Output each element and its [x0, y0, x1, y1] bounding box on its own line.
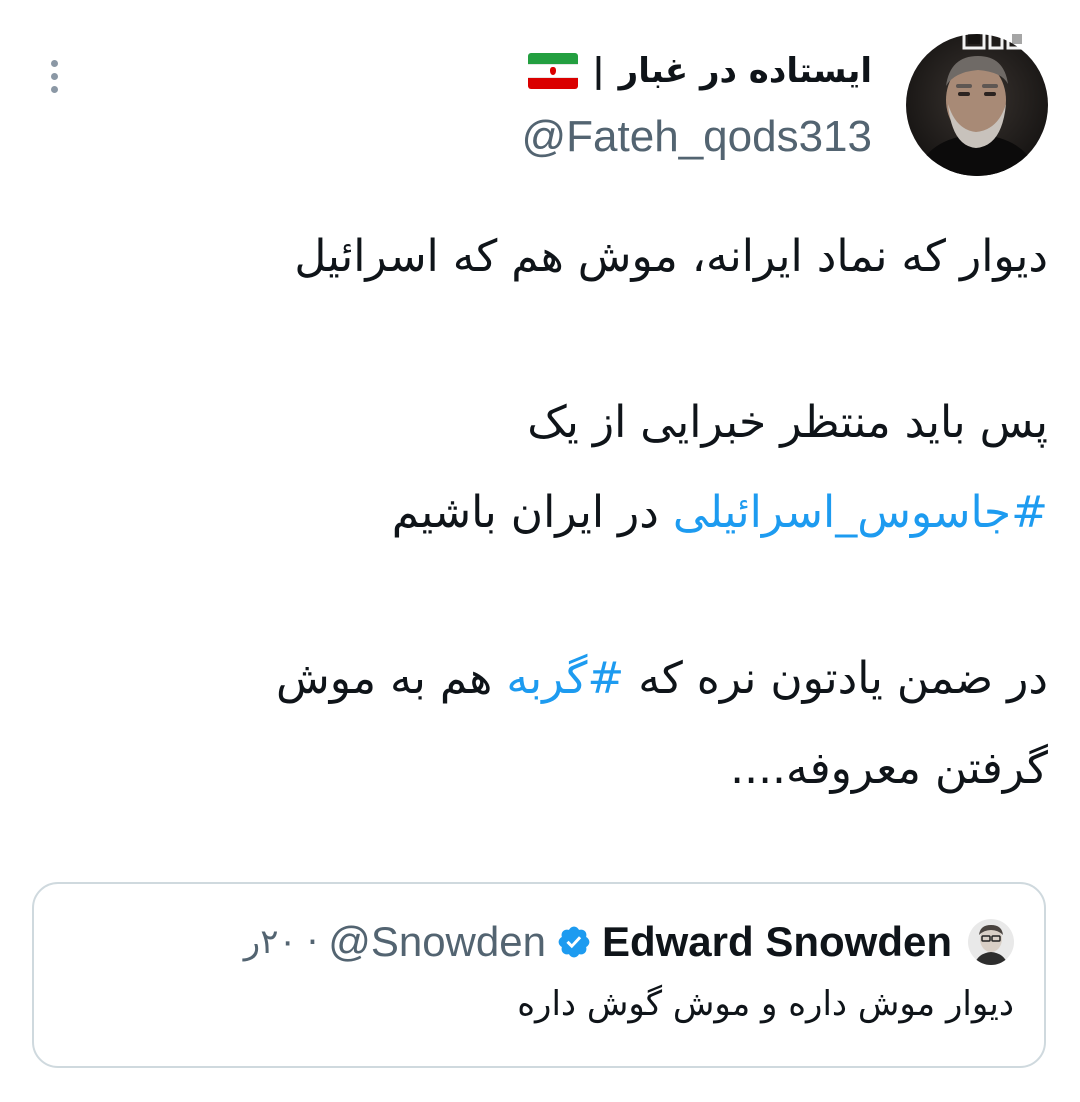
tweet-text-segment: دیوار که نماد ایرانه، موش هم که اسرائیل — [294, 231, 1048, 282]
hashtag-link[interactable]: #جاسوس_اسرائیلی — [673, 487, 1048, 538]
more-options-button[interactable] — [34, 56, 74, 96]
iran-flag-icon — [528, 53, 579, 89]
tweet-text-segment: در ضمن یادتون نره که — [624, 653, 1048, 704]
more-vertical-icon — [50, 59, 58, 67]
tweet-text-segment: پس باید منتظر خبرایی از یک — [527, 397, 1048, 448]
quoted-tweet-header: Edward Snowden @Snowden · ۲۰ر — [244, 914, 1014, 970]
tweet-text: دیوار که نماد ایرانه، موش هم که اسرائیل پ… — [40, 212, 1048, 814]
name-separator: | — [592, 51, 605, 91]
tweet: ایستاده در غبار | @Fateh_qods313 دیوار ک… — [0, 0, 1080, 1102]
tweet-text-line: پس باید منتظر خبرایی از یک — [40, 378, 1048, 468]
verified-badge-icon — [558, 926, 590, 958]
tweet-text-line: گرفتن معروفه.... — [40, 724, 1048, 814]
more-vertical-icon-dot — [50, 72, 58, 80]
hashtag-link[interactable]: #گربه — [506, 653, 624, 704]
tweet-text-line: در ضمن یادتون نره که #گربه هم به موش — [40, 634, 1048, 724]
author-handle[interactable]: @Fateh_qods313 — [522, 112, 872, 162]
quoted-author-handle[interactable]: @Snowden — [328, 918, 546, 966]
tweet-text-line: #جاسوس_اسرائیلی در ایران باشیم — [40, 468, 1048, 558]
quoted-tweet-text: دیوار موش داره و موش گوش داره — [517, 984, 1014, 1024]
quoted-tweet-card[interactable]: Edward Snowden @Snowden · ۲۰ر دیوار موش … — [32, 882, 1046, 1068]
meta-separator: · — [306, 921, 319, 963]
author-name-row[interactable]: ایستاده در غبار | — [528, 46, 872, 96]
tweet-text-segment: در ایران باشیم — [391, 487, 673, 538]
author-avatar[interactable] — [906, 34, 1048, 176]
tweet-text-segment: گرفتن معروفه.... — [730, 743, 1048, 794]
quoted-author-avatar[interactable] — [968, 919, 1014, 965]
more-vertical-icon-dot — [50, 85, 58, 93]
quoted-author-name[interactable]: Edward Snowden — [602, 918, 952, 966]
tweet-text-segment: هم به موش — [276, 653, 507, 704]
tweet-text-line: دیوار که نماد ایرانه، موش هم که اسرائیل — [40, 212, 1048, 302]
author-display-name[interactable]: ایستاده در غبار — [619, 51, 872, 91]
quoted-tweet-time[interactable]: ۲۰ر — [244, 922, 297, 962]
